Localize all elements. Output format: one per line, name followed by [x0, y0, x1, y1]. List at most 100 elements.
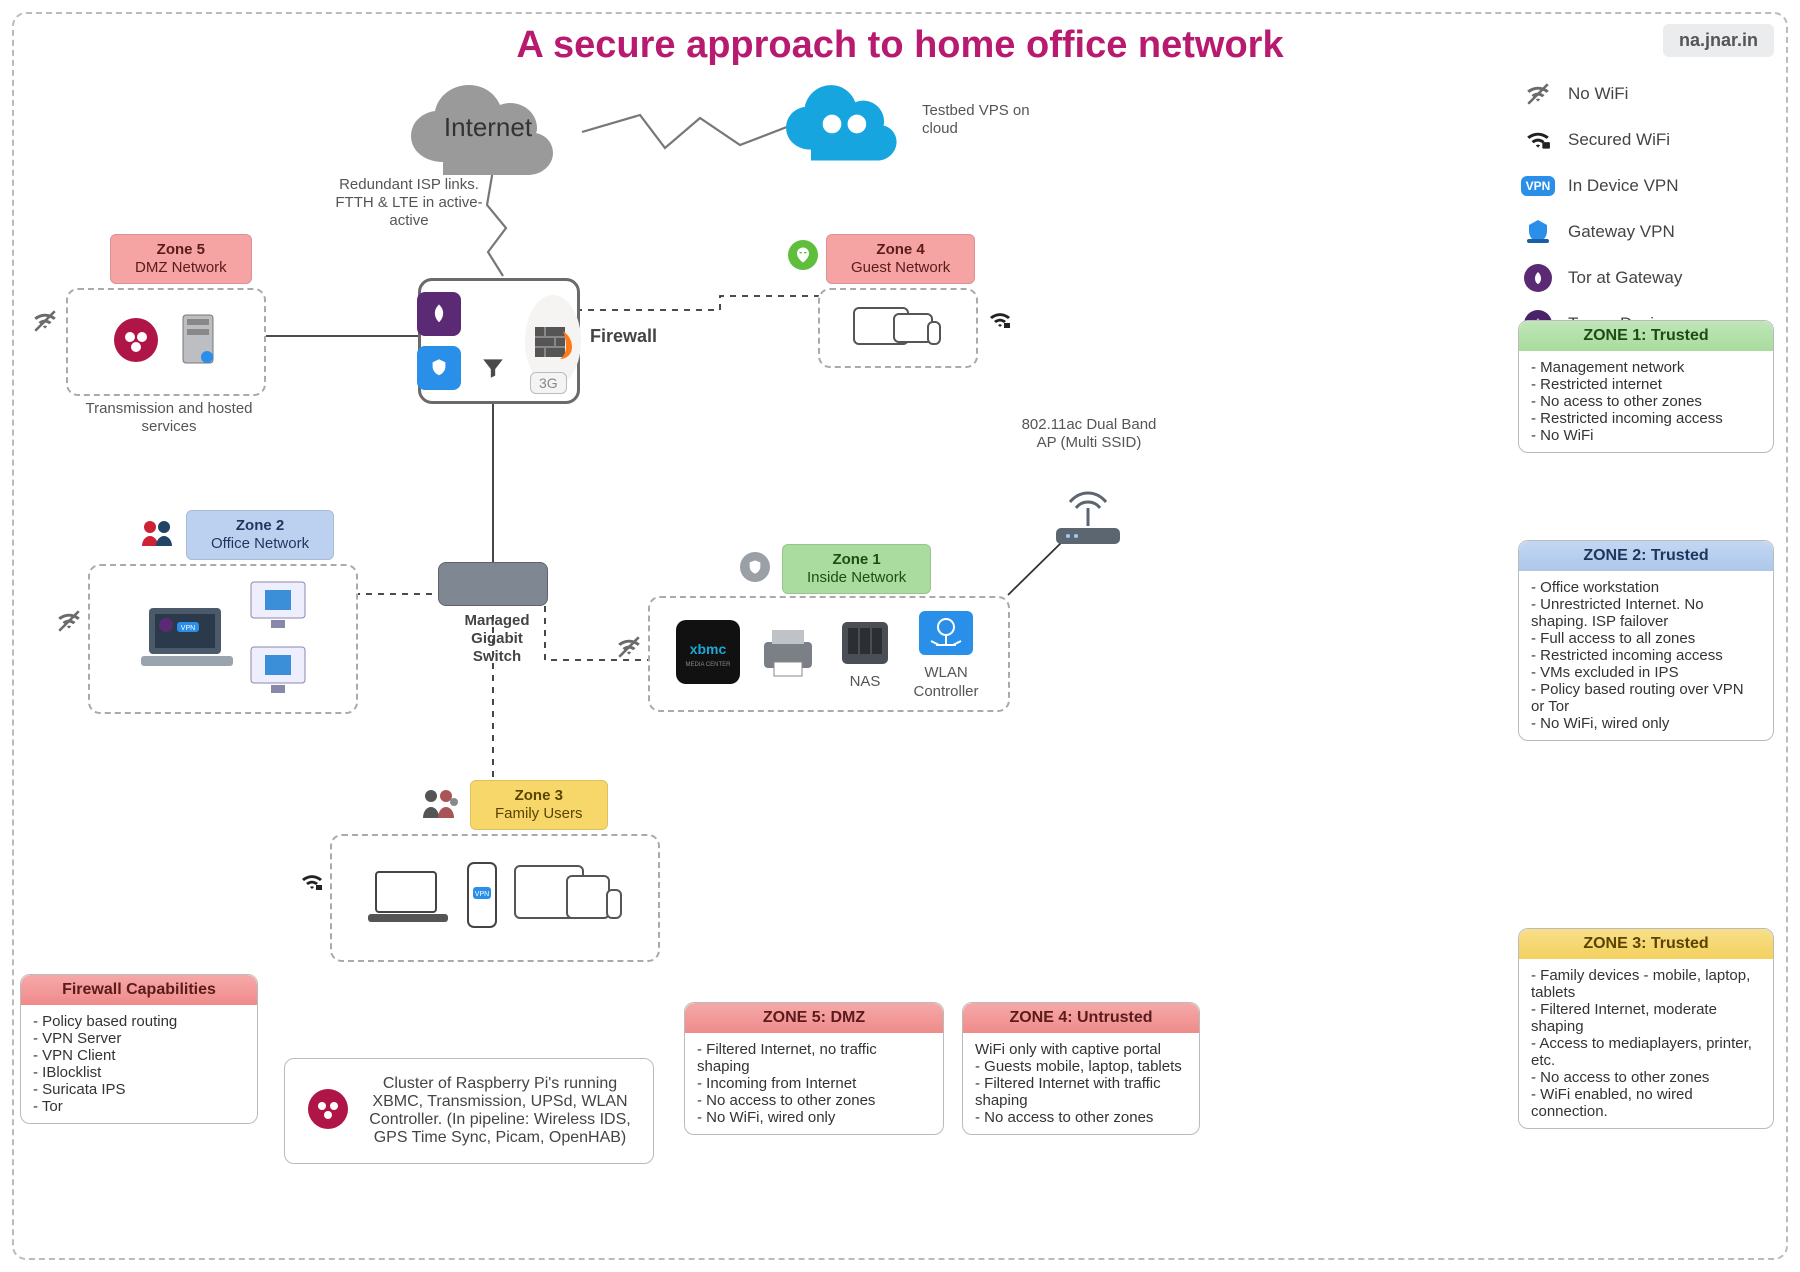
- list-item: No WiFi: [1531, 427, 1761, 444]
- card-list: Office workstationUnrestricted Internet.…: [1519, 571, 1773, 740]
- internet-cloud: Internet: [398, 82, 578, 187]
- list-item: Policy based routing: [33, 1013, 245, 1030]
- list-item: Filtered Internet, no traffic shaping: [697, 1041, 931, 1075]
- list-item: Filtered Internet, moderate shaping: [1531, 1001, 1761, 1035]
- zone-4-box: [818, 288, 978, 368]
- wifi-off-icon: [616, 634, 644, 662]
- isp-note: Redundant ISP links. FTTH & LTE in activ…: [334, 176, 484, 230]
- testbed-cloud: [776, 80, 916, 173]
- phone-vpn-icon: VPN: [464, 861, 500, 936]
- wifi-off-icon: [1522, 78, 1554, 110]
- devices-icon: [853, 303, 943, 353]
- zone-1-label: Zone 1Inside Network: [782, 544, 931, 594]
- legend-label: Secured WiFi: [1568, 130, 1670, 150]
- zone-2-card: ZONE 2: Trusted Office workstationUnrest…: [1518, 540, 1774, 741]
- list-item: No WiFi, wired only: [697, 1109, 931, 1126]
- xbmc-icon: xbmc MEDIA CENTER: [676, 620, 740, 689]
- firewall-capabilities-card: Firewall Capabilities Policy based routi…: [20, 974, 258, 1124]
- wifi-lock-icon: [988, 308, 1016, 336]
- list-item: Family devices - mobile, laptop, tablets: [1531, 967, 1761, 1001]
- raspberry-cluster-note: Cluster of Raspberry Pi's running XBMC, …: [284, 1058, 654, 1164]
- zone-1-box: xbmcMEDIA CENTER NAS WLAN Controller: [648, 596, 1010, 712]
- wifi-lock-icon: [300, 870, 328, 898]
- card-list: Policy based routingVPN ServerVPN Client…: [21, 1005, 257, 1123]
- list-item: No access to other zones: [1531, 1069, 1761, 1086]
- vpn-badge-icon: VPN: [1522, 170, 1554, 202]
- list-item: No access to other zones: [697, 1092, 931, 1109]
- zone-5-label: Zone 5DMZ Network: [110, 234, 252, 284]
- internet-label: Internet: [398, 112, 578, 143]
- list-item: Suricata IPS: [33, 1081, 245, 1098]
- legend-label: Tor at Gateway: [1568, 268, 1682, 288]
- firewall-label: Firewall: [590, 326, 657, 348]
- list-item: Incoming from Internet: [697, 1075, 931, 1092]
- raspberry-cluster-text: Cluster of Raspberry Pi's running XBMC, …: [369, 1075, 631, 1147]
- list-item: Full access to all zones: [1531, 630, 1761, 647]
- list-item: Restricted incoming access: [1531, 647, 1761, 664]
- zone-2-box: VPN: [88, 564, 358, 714]
- zone-3-label: Zone 3Family Users: [470, 780, 608, 830]
- legend-label: In Device VPN: [1568, 176, 1679, 196]
- three-g-badge: 3G: [530, 372, 567, 394]
- list-item: VMs excluded in IPS: [1531, 664, 1761, 681]
- legend-label: Gateway VPN: [1568, 222, 1675, 242]
- wlan-controller-icon: [915, 646, 977, 663]
- zone-2-label: Zone 2Office Network: [186, 510, 334, 560]
- filter-icon: [471, 346, 515, 390]
- card-header: ZONE 3: Trusted: [1519, 929, 1773, 959]
- list-item: Policy based routing over VPN or Tor: [1531, 681, 1761, 715]
- wifi-lock-icon: [1522, 124, 1554, 156]
- svg-text:MEDIA CENTER: MEDIA CENTER: [685, 662, 731, 668]
- card-header: ZONE 1: Trusted: [1519, 321, 1773, 351]
- card-header: ZONE 4: Untrusted: [963, 1003, 1199, 1033]
- managed-switch: [438, 562, 548, 606]
- zone-4-card: ZONE 4: Untrusted WiFi only with captive…: [962, 1002, 1200, 1135]
- svg-text:VPN: VPN: [475, 891, 489, 898]
- list-item: Restricted internet: [1531, 376, 1761, 393]
- zone-3-card: ZONE 3: Trusted Family devices - mobile,…: [1518, 928, 1774, 1129]
- alien-icon: [788, 240, 816, 268]
- raspberry-pi-icon: [113, 317, 159, 368]
- list-item: No WiFi, wired only: [1531, 715, 1761, 732]
- tablet-devices-icon: [514, 861, 624, 935]
- access-point-icon: [1048, 490, 1128, 555]
- testbed-label: Testbed VPS on cloud: [922, 102, 1042, 138]
- printer-icon: [756, 624, 820, 685]
- list-item: Access to mediaplayers, printer, etc.: [1531, 1035, 1761, 1069]
- zone-3-box: VPN: [330, 834, 660, 962]
- list-item: Office workstation: [1531, 579, 1761, 596]
- list-item: IBlocklist: [33, 1064, 245, 1081]
- card-header: ZONE 5: DMZ: [685, 1003, 943, 1033]
- list-item: Tor: [33, 1098, 245, 1115]
- list-item: VPN Server: [33, 1030, 245, 1047]
- card-header: ZONE 2: Trusted: [1519, 541, 1773, 571]
- list-item: Unrestricted Internet. No shaping. ISP f…: [1531, 596, 1761, 630]
- svg-text:xbmc: xbmc: [690, 641, 727, 657]
- list-item: No acess to other zones: [1531, 393, 1761, 410]
- list-item: Management network: [1531, 359, 1761, 376]
- family-icon: [420, 788, 448, 816]
- diagram-title: A secure approach to home office network: [0, 24, 1800, 67]
- nas-icon: [836, 655, 894, 672]
- laptop-icon: [366, 866, 450, 931]
- zone-5-box: [66, 288, 266, 396]
- server-icon: [177, 311, 219, 374]
- list-item: VPN Client: [33, 1047, 245, 1064]
- list-item: WiFi enabled, no wired connection.: [1531, 1086, 1761, 1120]
- ap-label: 802.11ac Dual Band AP (Multi SSID): [1014, 416, 1164, 452]
- zone-5-card: ZONE 5: DMZ Filtered Internet, no traffi…: [684, 1002, 944, 1135]
- wifi-off-icon: [56, 608, 84, 636]
- gateway-vpn-icon: [417, 346, 461, 390]
- legend: No WiFi Secured WiFi VPNIn Device VPN Ga…: [1522, 78, 1762, 354]
- wifi-off-icon: [32, 308, 60, 336]
- switch-label: Managed Gigabit Switch: [454, 612, 540, 666]
- laptop-icon: VPN: [137, 602, 237, 677]
- card-list: Filtered Internet, no traffic shapingInc…: [685, 1033, 943, 1134]
- raspberry-pi-icon: [307, 1088, 349, 1135]
- svg-text:VPN: VPN: [181, 625, 195, 632]
- card-body: WiFi only with captive portal - Guests m…: [963, 1033, 1199, 1134]
- card-list: Management networkRestricted internetNo …: [1519, 351, 1773, 452]
- vm-monitor-icon: [247, 643, 309, 700]
- nas-label: NAS: [836, 673, 894, 692]
- card-list: Family devices - mobile, laptop, tablets…: [1519, 959, 1773, 1128]
